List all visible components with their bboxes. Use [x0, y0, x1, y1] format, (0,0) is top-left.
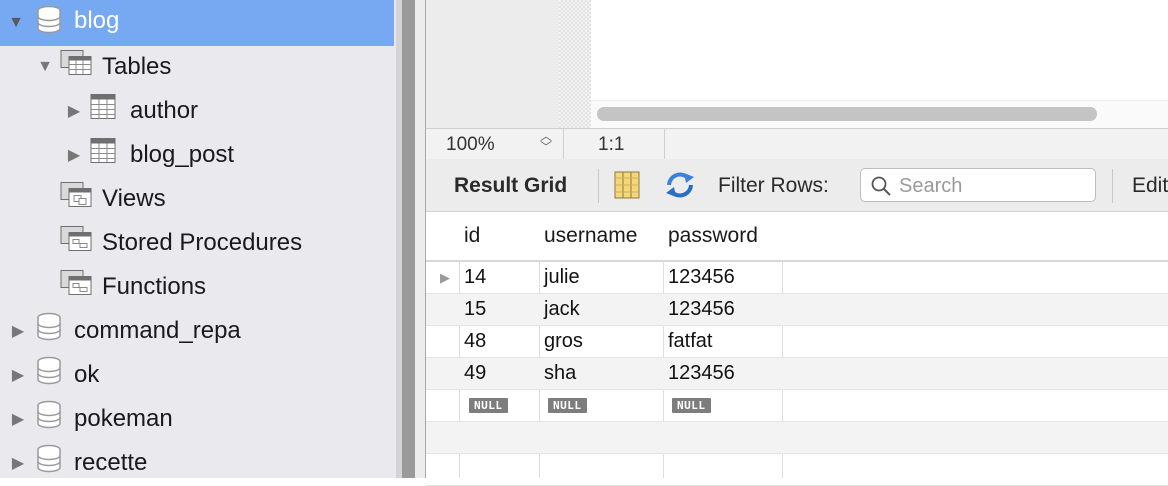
table-icon: [90, 138, 116, 171]
null-badge[interactable]: NULL: [469, 398, 508, 413]
cursor-position: 1:1: [598, 134, 625, 155]
search-icon: [871, 176, 891, 201]
disclosure-collapsed-icon[interactable]: ▶: [10, 367, 26, 384]
current-row-indicator-icon: ▶: [440, 270, 450, 285]
tree-item-pokeman[interactable]: ▶ pokeman: [0, 396, 394, 440]
null-badge[interactable]: NULL: [548, 398, 587, 413]
table-row[interactable]: 49 sha 123456: [426, 358, 1168, 390]
tree-item-author[interactable]: ▶ author: [0, 88, 394, 132]
tree-item-ok[interactable]: ▶ ok: [0, 352, 394, 396]
column-header-password[interactable]: password: [668, 224, 758, 248]
panel-splitter-gap: [415, 0, 425, 478]
cell-id[interactable]: 49: [464, 362, 486, 385]
table-row[interactable]: 48 gros fatfat: [426, 326, 1168, 358]
toolbar-divider: [1112, 169, 1113, 203]
cell-password[interactable]: 123456: [668, 298, 735, 321]
disclosure-collapsed-icon[interactable]: ▶: [66, 147, 82, 164]
status-divider: [563, 129, 564, 159]
cell-username[interactable]: gros: [544, 330, 583, 353]
column-header-username[interactable]: username: [544, 224, 637, 248]
database-icon: [36, 400, 62, 436]
disclosure-collapsed-icon[interactable]: ▶: [10, 411, 26, 428]
database-icon: [36, 312, 62, 348]
disclosure-collapsed-icon[interactable]: ▶: [10, 455, 26, 472]
null-badge[interactable]: NULL: [672, 398, 711, 413]
table-row[interactable]: 15 jack 123456: [426, 294, 1168, 326]
line-number-gutter: [426, 0, 559, 128]
tree-item-label: command_repa: [74, 317, 241, 344]
table-row[interactable]: ▶ 14 julie 123456: [426, 262, 1168, 294]
schema-navigator: ▼ blog ▼ Tables ▶ author ▶ blog_post Vie…: [0, 0, 396, 478]
tree-item-label: blog_post: [130, 141, 235, 168]
zoom-level: 100%: [446, 134, 495, 155]
editor-status-bar: 100% ︿ ﹀ 1:1: [426, 128, 1168, 160]
filter-rows-label: Filter Rows:: [718, 174, 829, 197]
functions-folder-icon: [60, 270, 92, 303]
cell-id[interactable]: 15: [464, 298, 486, 321]
tree-item-label: Views: [102, 185, 166, 212]
refresh-icon[interactable]: [664, 171, 696, 204]
tree-item-label: blog: [74, 7, 120, 34]
tree-item-blog[interactable]: ▼ blog: [0, 0, 394, 46]
tree-item-label: pokeman: [74, 405, 173, 432]
cell-password[interactable]: fatfat: [668, 330, 712, 353]
cell-password[interactable]: 123456: [668, 362, 735, 385]
tree-item-label: author: [130, 97, 199, 124]
tables-folder-icon: [60, 50, 92, 83]
tree-item-stored-procedures[interactable]: Stored Procedures: [0, 220, 394, 264]
horizontal-scrollbar[interactable]: [591, 100, 1168, 129]
tree-item-label: Functions: [102, 273, 207, 300]
tree-item-blog-post[interactable]: ▶ blog_post: [0, 132, 394, 176]
status-divider: [664, 129, 665, 159]
filter-search-box[interactable]: [860, 168, 1096, 202]
toolbar-divider: [598, 169, 599, 203]
database-icon: [36, 444, 62, 479]
views-folder-icon: [60, 182, 92, 215]
database-icon: [36, 5, 62, 41]
grid-header: id username password: [426, 212, 1168, 262]
disclosure-collapsed-icon[interactable]: ▶: [66, 103, 82, 120]
result-grid-tab[interactable]: Result Grid: [454, 174, 567, 198]
tree-item-functions[interactable]: Functions: [0, 264, 394, 308]
tree-item-label: recette: [74, 449, 148, 476]
zoom-stepper[interactable]: ︿ ﹀: [537, 130, 555, 157]
panel-splitter[interactable]: [402, 0, 415, 478]
cell-username[interactable]: sha: [544, 362, 576, 385]
cell-id[interactable]: 48: [464, 330, 486, 353]
scrollbar-thumb[interactable]: [597, 107, 1097, 121]
code-fold-strip: [559, 0, 591, 128]
table-icon: [90, 94, 116, 127]
new-row[interactable]: NULL NULL NULL: [426, 390, 1168, 422]
cell-id[interactable]: 14: [464, 266, 486, 289]
edit-label: Edit: [1132, 174, 1168, 197]
disclosure-collapsed-icon[interactable]: ▶: [10, 323, 26, 340]
disclosure-expanded-icon[interactable]: ▼: [8, 14, 24, 31]
cell-password[interactable]: 123456: [668, 266, 735, 289]
tree-item-label: ok: [74, 361, 100, 388]
empty-row: [426, 422, 1168, 454]
chevron-down-icon[interactable]: ﹀: [537, 141, 555, 153]
grid-layout-icon[interactable]: [614, 171, 640, 204]
empty-row: [426, 454, 1168, 486]
tree-item-command-repa[interactable]: ▶ command_repa: [0, 308, 394, 352]
sql-editor[interactable]: [426, 0, 1168, 129]
result-grid[interactable]: id username password ▶ 14 julie 123456 1…: [426, 212, 1168, 486]
tree-item-tables[interactable]: ▼ Tables: [0, 44, 394, 88]
search-input[interactable]: [897, 171, 1091, 201]
disclosure-expanded-icon[interactable]: ▼: [37, 58, 53, 75]
result-toolbar: Result Grid Filter Rows: Edit: [426, 159, 1168, 212]
cell-username[interactable]: julie: [544, 266, 580, 289]
column-header-id[interactable]: id: [464, 224, 480, 248]
database-icon: [36, 356, 62, 392]
tree-item-label: Stored Procedures: [102, 229, 303, 256]
tree-item-views[interactable]: Views: [0, 176, 394, 220]
cell-username[interactable]: jack: [544, 298, 580, 321]
tree-item-recette[interactable]: ▶ recette: [0, 440, 394, 478]
tree-item-label: Tables: [102, 53, 172, 80]
procedures-folder-icon: [60, 226, 92, 259]
